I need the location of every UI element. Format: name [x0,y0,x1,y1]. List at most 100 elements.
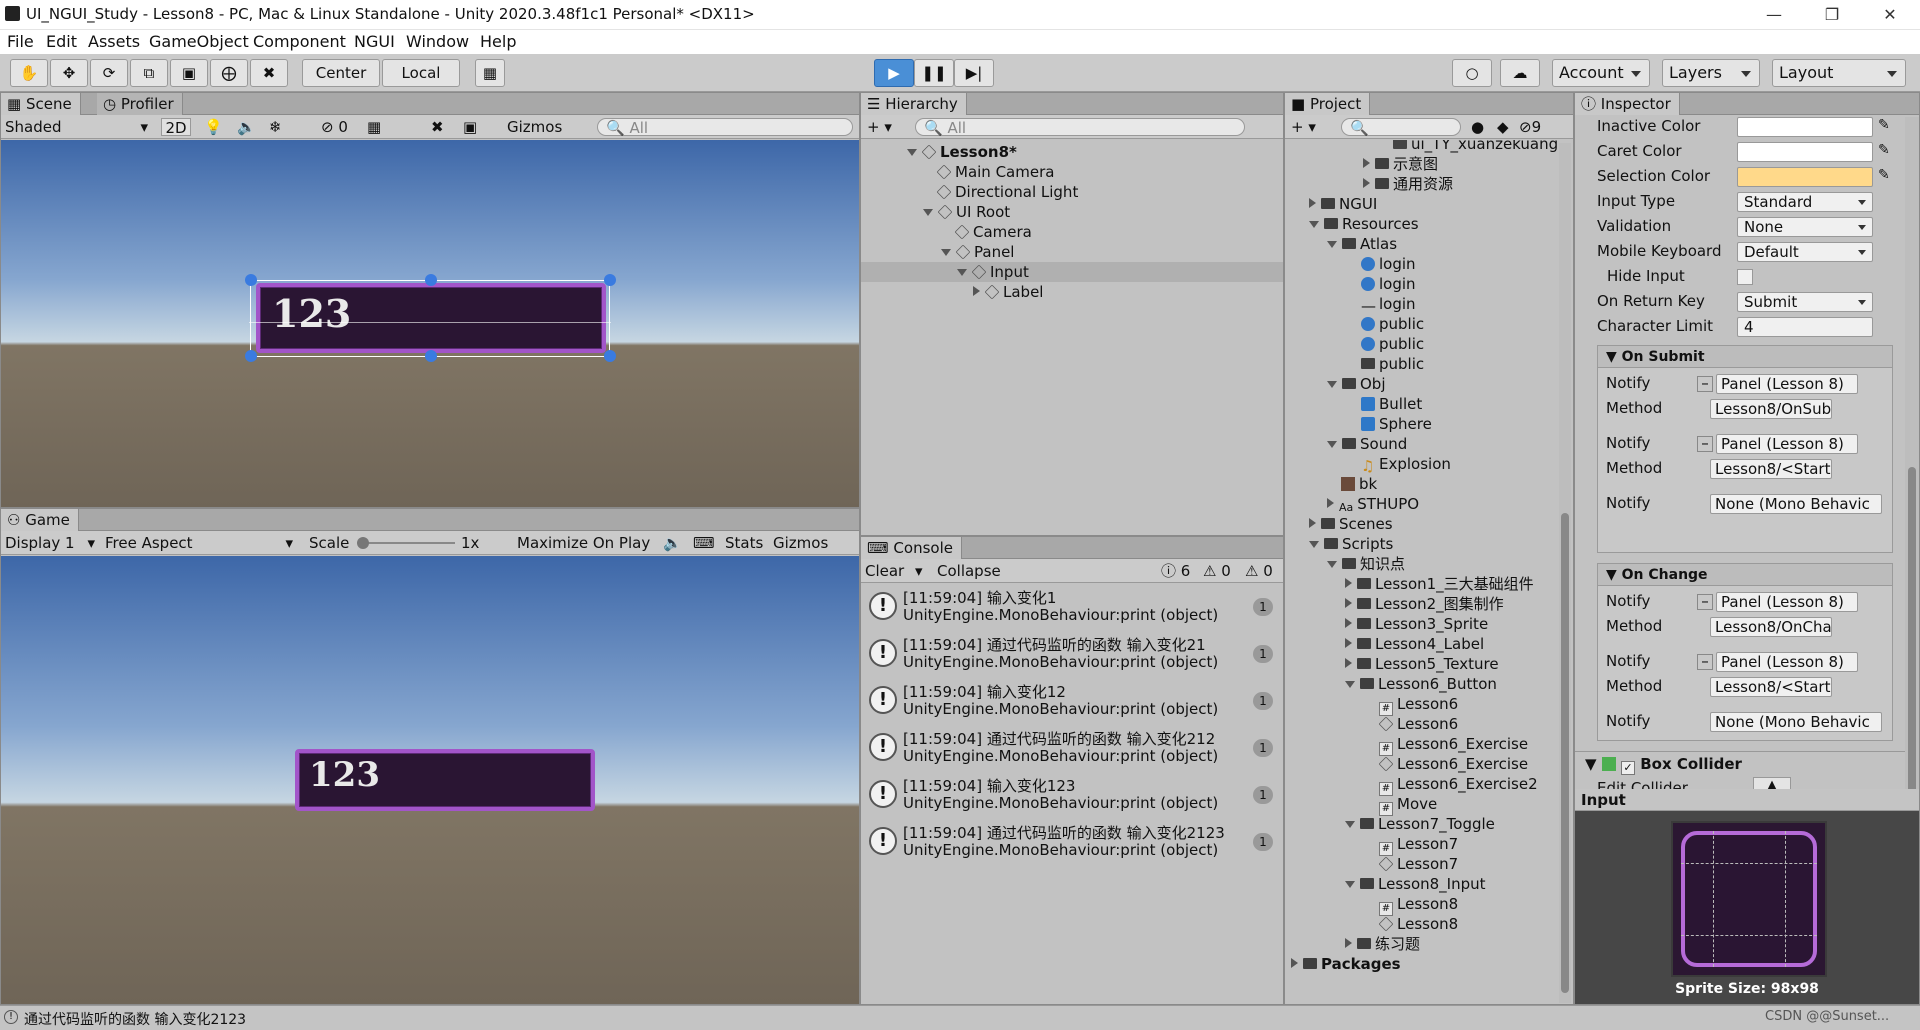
tree-folder[interactable]: Lesson6_Button [1345,674,1497,694]
tools-icon[interactable]: ✖ [431,118,444,136]
tree-item[interactable]: ui_TY_xuanzekuang [1393,140,1557,154]
tree-asset[interactable]: public [1361,314,1424,334]
project-scrollbar[interactable] [1559,143,1571,1003]
validation-dropdown[interactable]: None [1737,217,1873,237]
console-log-entry[interactable]: ! [11:59:04] 输入变化12 UnityEngine.MonoBehavi… [863,682,1281,720]
tree-main-camera[interactable]: Main Camera [936,162,1054,182]
snap-icon[interactable]: ▦ [475,59,505,87]
move-tool-icon[interactable]: ✥ [50,59,88,87]
tree-folder-packages[interactable]: Packages [1291,954,1401,974]
method-dropdown[interactable]: Lesson8/<Start>b [1710,459,1832,479]
scale-tool-icon[interactable]: ⧉ [130,59,168,87]
rect-tool-icon[interactable]: ▣ [170,59,208,87]
remove-notify-button[interactable]: – [1697,376,1713,392]
box-collider-enabled-checkbox[interactable]: ✓ [1621,761,1636,775]
notify-target-field[interactable]: Panel (Lesson 8) [1716,374,1858,394]
tree-folder[interactable]: 通用资源 [1363,174,1453,194]
tree-folder[interactable]: Lesson8_Input [1345,874,1486,894]
tree-asset[interactable]: — login [1361,294,1416,315]
scene-root-lesson8[interactable]: Lesson8* [907,142,1017,162]
tree-folder[interactable]: Scripts [1309,534,1393,554]
error-filter-toggle[interactable]: ⚠ 0 [1245,562,1273,580]
rotate-tool-icon[interactable]: ⟳ [90,59,128,87]
on-submit-header[interactable]: ▼ On Submit [1598,346,1892,368]
resize-handle-bl[interactable] [245,350,257,362]
filter-type-icon[interactable]: ● [1471,118,1484,136]
menu-edit[interactable]: Edit [46,32,77,51]
menu-help[interactable]: Help [480,32,516,51]
grid-icon[interactable]: ▦ [367,118,381,136]
console-log-entry[interactable]: ! [11:59:04] 通过代码监听的函数 输入变化2123 UnityEngin… [863,823,1281,861]
console-log-entry[interactable]: ! [11:59:04] 输入变化1 UnityEngine.MonoBehavio… [863,588,1281,626]
display-dropdown[interactable]: Display 1 ▾ [5,534,95,552]
eyedropper-icon[interactable]: ✎ [1878,167,1890,183]
resize-handle-tr[interactable] [604,274,616,286]
hierarchy-create-button[interactable]: + ▾ [867,118,892,136]
selection-color-field[interactable] [1737,167,1873,187]
scene-search-input[interactable]: 🔍 All [597,118,853,137]
menu-file[interactable]: File [7,32,34,51]
filter-label-icon[interactable]: ◆ [1497,118,1509,136]
tab-game[interactable]: ⚇ Game [1,509,79,531]
inspector-scrollbar[interactable] [1905,117,1919,847]
resize-handle-tl[interactable] [245,274,257,286]
console-log-entry[interactable]: ! [11:59:04] 通过代码监听的函数 输入变化21 UnityEngine.… [863,635,1281,673]
shading-dropdown[interactable]: Shaded ▾ [5,118,150,136]
layout-dropdown[interactable]: Layout [1772,59,1906,87]
hand-tool-icon[interactable]: ✋ [10,59,48,87]
project-search-input[interactable]: 🔍 [1341,118,1461,137]
mode-2d-button[interactable]: 2D [161,118,191,137]
hidden-packages-icon[interactable]: ⊘9 [1519,118,1541,136]
resize-handle-t[interactable] [425,274,437,286]
method-dropdown[interactable]: Lesson8/OnSubmi [1710,399,1832,419]
tree-directional-light[interactable]: Directional Light [936,182,1078,202]
tree-asset[interactable]: login [1361,274,1416,294]
scene-canvas[interactable]: 123 [1,140,859,507]
tree-asset[interactable]: # Move [1379,794,1437,816]
cloud-icon[interactable]: ☁ [1500,59,1540,87]
tab-profiler[interactable]: ◷ Profiler [97,93,183,115]
project-scrollbar-thumb[interactable] [1561,513,1569,993]
eyedropper-icon[interactable]: ✎ [1878,142,1890,158]
resize-handle-b[interactable] [425,350,437,362]
tree-asset[interactable]: login [1361,254,1416,274]
menu-window[interactable]: Window [406,32,469,51]
inactive-color-field[interactable] [1737,117,1873,137]
stats-toggle[interactable]: Stats [725,534,763,552]
inspector-scrollbar-thumb[interactable] [1908,467,1916,807]
game-canvas[interactable]: 123 [1,556,859,1004]
tab-scene[interactable]: ▦ Scene [1,93,81,115]
tree-asset[interactable]: Sphere [1361,414,1432,434]
remove-notify-button[interactable]: – [1697,436,1713,452]
tree-folder[interactable]: 知识点 [1327,554,1405,574]
maximize-on-play-toggle[interactable]: Maximize On Play [517,534,650,552]
restore-icon[interactable]: ❐ [1803,0,1861,30]
remove-notify-button[interactable]: – [1697,654,1713,670]
tree-folder[interactable]: Sound [1327,434,1407,454]
resize-handle-br[interactable] [604,350,616,362]
mobile-keyboard-dropdown[interactable]: Default [1737,242,1873,262]
tree-asset[interactable]: # Lesson7 [1379,834,1458,856]
tree-folder[interactable]: Lesson7_Toggle [1345,814,1495,834]
tab-inspector[interactable]: ⓘ Inspector [1575,93,1680,115]
tree-asset[interactable]: bk [1341,474,1377,494]
layers-dropdown[interactable]: Layers [1662,59,1760,87]
caret-color-field[interactable] [1737,142,1873,162]
status-message[interactable]: 通过代码监听的函数 输入变化2123 [24,1009,246,1029]
aspect-dropdown[interactable]: Free Aspect ▾ [105,534,297,552]
pause-button[interactable]: ❚❚ [914,59,954,87]
input-type-dropdown[interactable]: Standard [1737,192,1873,212]
tree-folder[interactable]: Lesson4_Label [1345,634,1484,654]
tree-folder[interactable]: Atlas [1327,234,1397,254]
hidden-objects-icon[interactable]: ⊘ 0 [321,118,348,136]
game-input-widget[interactable]: 123 [295,749,595,811]
tree-input[interactable]: Input [957,262,1029,282]
tree-asset[interactable]: Aa STHUPO [1327,494,1419,514]
remove-notify-button[interactable]: – [1697,594,1713,610]
clear-options-dropdown[interactable]: ▾ [915,562,923,580]
account-dropdown[interactable]: Account [1552,59,1650,87]
tree-asset[interactable]: public [1361,354,1424,374]
notify-target-field[interactable]: Panel (Lesson 8) [1716,652,1858,672]
console-collapse-button[interactable]: Collapse [937,562,1001,580]
tree-folder[interactable]: Obj [1327,374,1386,394]
